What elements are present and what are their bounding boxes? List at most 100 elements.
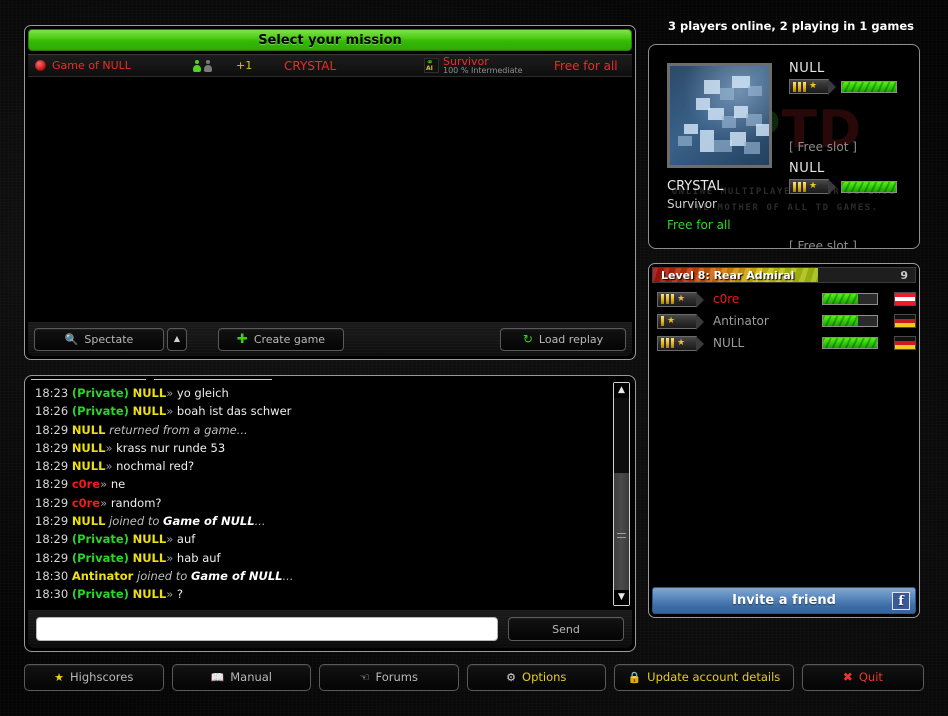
invite-button-label: Invite a friend (732, 593, 836, 608)
panel-title: Select your mission (28, 29, 632, 51)
triangle-up-icon: ▲ (173, 334, 181, 343)
facebook-icon[interactable]: f (892, 592, 910, 610)
player-row[interactable]: ★ NULL (652, 332, 916, 354)
chat-input-row: Send (28, 610, 632, 648)
game-list-row[interactable]: Game of NULL +1 CRYSTAL ⚭ AI Survivor 100… (28, 55, 632, 77)
chat-message: 18:29 NULL» nochmal red? (35, 459, 195, 474)
scroll-down-button[interactable]: ▼ (614, 590, 629, 605)
forums-button[interactable]: ☜ Forums (319, 663, 459, 691)
update-account-details-button[interactable]: 🔒 Update account details (614, 663, 794, 691)
options-button[interactable]: ⚙ Options (466, 663, 607, 691)
online-status-text: 3 players online, 2 playing in 1 games (668, 19, 914, 33)
player-name: c0re (713, 292, 740, 306)
game-map-name: CRYSTAL (284, 58, 337, 73)
player-figure-icon (192, 59, 201, 72)
scroll-up-button[interactable]: ▲ (614, 383, 629, 398)
red-dot-icon (35, 60, 46, 71)
create-game-button[interactable]: ✚ Create game (218, 327, 344, 351)
game-mode: Survivor (667, 197, 717, 211)
options-button-label: Options (522, 670, 567, 684)
player-row[interactable]: ★ c0re (652, 288, 916, 310)
game-difficulty: 100 % Intermediate (443, 66, 523, 75)
spectate-options-button[interactable]: ▲ (167, 327, 187, 351)
level-number: 9 (900, 269, 908, 282)
replay-icon: ↻ (522, 332, 533, 346)
player-rows: ★ c0re ★ Antinator ★ NULL (652, 288, 916, 581)
highscores-button[interactable]: ★ Highscores (24, 663, 164, 691)
rank-badge-icon: ★ (657, 335, 704, 352)
rank-badge-icon: ★ (657, 313, 704, 330)
player-row[interactable]: ★ Antinator (652, 310, 916, 332)
chat-message: 18:30 Antinator joined to Game of NULL..… (35, 568, 294, 583)
create-game-button-label: Create game (253, 332, 326, 346)
game-list[interactable]: Game of NULL +1 CRYSTAL ⚭ AI Survivor 100… (28, 54, 632, 319)
chat-message: 18:29 NULL joined to Game of NULL... (35, 514, 266, 529)
game-slot-free[interactable]: [ Free slot ] (789, 140, 857, 154)
chat-input[interactable] (36, 617, 498, 641)
xp-bar (822, 337, 878, 349)
extra-slots-label: +1 (236, 59, 253, 72)
game-slot-free[interactable]: [ Free slot ] (789, 239, 857, 248)
player-count-icons (192, 59, 236, 72)
xp-bar (841, 80, 897, 93)
chat-panel: 18:23 (Private) NULL» yo gleich 18:26 (Pr… (24, 375, 636, 652)
chat-scrollbar[interactable]: ▲ ▼ (613, 382, 630, 606)
game-map-name: CRYSTAL (667, 179, 724, 194)
country-flag-icon (894, 336, 916, 350)
chat-message: 18:30 (Private) NULL» ? (35, 587, 184, 602)
chat-tab-dividers (31, 377, 629, 380)
current-game-info-panel: EPTD ONLINE MULTIPLAYER TOWER DEFENSE TH… (648, 44, 920, 249)
map-preview-thumbnail[interactable] (667, 63, 772, 168)
level-progress-bar: Level 8: Rear Admiral 9 (652, 267, 916, 283)
highscores-button-label: Highscores (70, 670, 134, 684)
hand-icon: ☜ (359, 670, 370, 684)
xp-bar (822, 315, 878, 327)
game-mode-block: ⚭ AI Survivor 100 % Intermediate (424, 56, 554, 75)
slot-player-name: NULL (789, 61, 825, 76)
forums-button-label: Forums (375, 670, 418, 684)
country-flag-icon (894, 314, 916, 328)
book-icon: 📖 (210, 670, 225, 684)
mission-select-panel: Select your mission Game of NULL +1 CRYS… (24, 25, 636, 360)
level-label: Level 8: Rear Admiral (661, 268, 795, 282)
game-name: Game of NULL (52, 59, 131, 72)
load-replay-button[interactable]: ↻ Load replay (500, 327, 626, 351)
send-button[interactable]: Send (508, 617, 624, 641)
chat-message: 18:26 (Private) NULL» boah ist das schwe… (35, 404, 292, 419)
manual-button[interactable]: 📖 Manual (171, 663, 312, 691)
bottom-button-bar: ★ Highscores 📖 Manual ☜ Forums ⚙ Options… (24, 662, 925, 692)
update-account-button-label: Update account details (647, 670, 781, 684)
player-figure-icon (203, 59, 212, 72)
slot-player-name: NULL (789, 161, 825, 176)
game-slot[interactable]: NULL ★ (789, 161, 913, 195)
tagline-2: THE MOTHER OF ALL TD GAMES. (689, 203, 879, 213)
spectate-button[interactable]: 🔍 Spectate (34, 327, 164, 351)
spectate-button-label: Spectate (84, 332, 134, 346)
search-icon: 🔍 (64, 332, 79, 346)
player-name: Antinator (713, 314, 769, 328)
quit-button[interactable]: ✖ Quit (801, 663, 925, 691)
scrollbar-thumb[interactable] (614, 473, 629, 601)
game-teams: Free for all (554, 58, 618, 73)
chat-message-log[interactable]: 18:23 (Private) NULL» yo gleich 18:26 (Pr… (31, 384, 609, 606)
quit-button-label: Quit (858, 670, 883, 684)
rank-badge-icon: ★ (789, 179, 836, 195)
scrollbar-track[interactable] (614, 398, 629, 473)
xp-bar (841, 180, 897, 193)
ai-badge-icon: ⚭ AI (424, 58, 439, 73)
chat-message: 18:29 NULL returned from a game... (35, 422, 248, 437)
game-teams: Free for all (667, 218, 731, 232)
rank-badge-icon: ★ (657, 291, 704, 308)
lock-icon: 🔒 (627, 670, 642, 684)
invite-a-friend-button[interactable]: Invite a friend f (652, 587, 916, 614)
star-icon: ★ (54, 670, 65, 684)
gear-icon: ⚙ (506, 670, 517, 684)
game-slot[interactable]: NULL ★ (789, 61, 913, 95)
chat-message: 18:29 c0re» ne (35, 477, 126, 492)
plus-icon: ✚ (236, 331, 248, 347)
manual-button-label: Manual (230, 670, 273, 684)
load-replay-button-label: Load replay (538, 332, 604, 346)
country-flag-icon (894, 292, 916, 306)
chat-message: 18:29 NULL» krass nur runde 53 (35, 440, 226, 455)
chat-message: 18:23 (Private) NULL» yo gleich (35, 386, 229, 400)
